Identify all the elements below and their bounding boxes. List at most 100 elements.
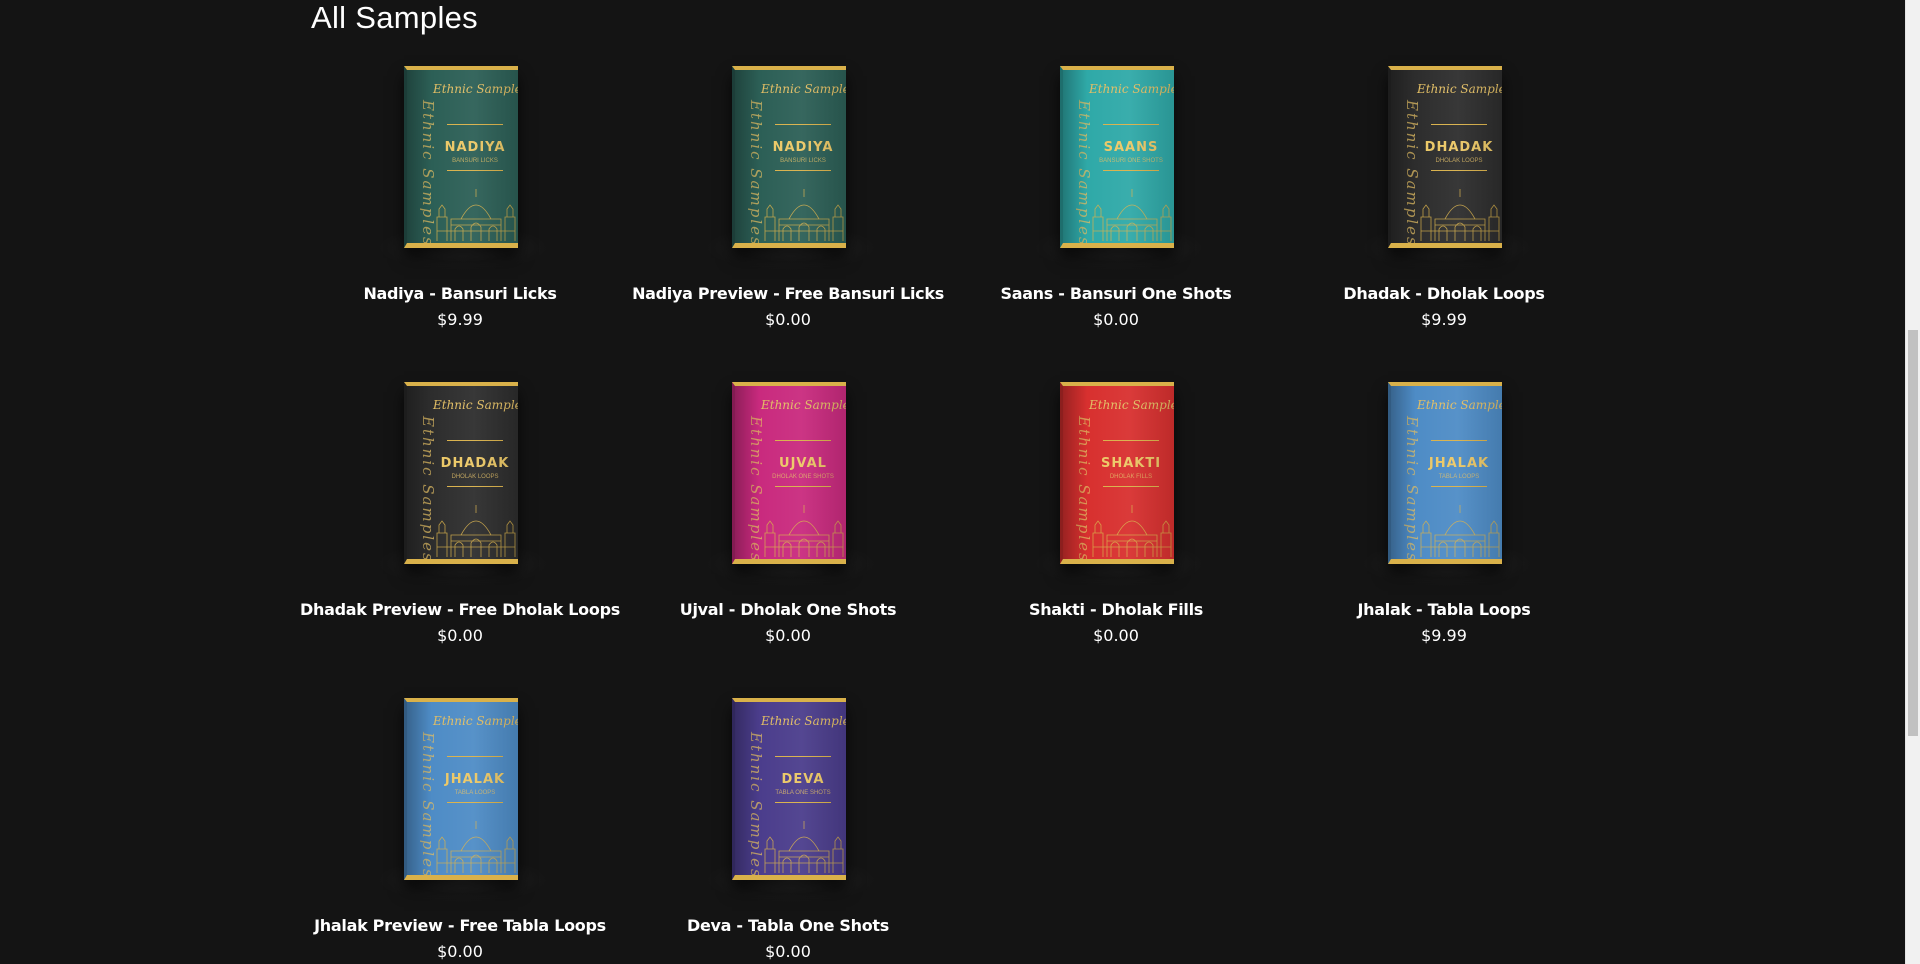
product-title[interactable]: Nadiya Preview - Free Bansuri Licks xyxy=(624,284,952,303)
product-card[interactable]: Ethnic Samples Ethnic Samples NADIYA BAN… xyxy=(296,62,624,378)
product-price: $9.99 xyxy=(1421,626,1467,645)
page: All Samples Ethnic Samples Ethnic Sample… xyxy=(0,0,1920,964)
product-card[interactable]: Ethnic Samples Ethnic Samples NADIYA BAN… xyxy=(624,62,952,378)
product-title[interactable]: Dhadak - Dholak Loops xyxy=(1280,284,1608,303)
nadiya-box-art: Ethnic Samples Ethnic Samples NADIYA BAN… xyxy=(404,66,518,248)
box-divider xyxy=(775,440,831,441)
box-brand: Ethnic Samples xyxy=(1089,398,1174,412)
product-title[interactable]: Saans - Bansuri One Shots xyxy=(952,284,1280,303)
box-divider xyxy=(1103,486,1159,487)
skyline-icon xyxy=(1420,189,1500,241)
product-image[interactable]: Ethnic Samples Ethnic Samples DHADAK DHO… xyxy=(360,382,560,588)
product-title[interactable]: Deva - Tabla One Shots xyxy=(624,916,952,935)
skyline-icon xyxy=(436,505,516,557)
skyline-icon xyxy=(764,189,844,241)
saans-box-art: Ethnic Samples Ethnic Samples SAANS BANS… xyxy=(1060,66,1174,248)
box-divider xyxy=(775,170,831,171)
product-price: $9.99 xyxy=(1421,310,1467,329)
ujval-box-art: Ethnic Samples Ethnic Samples UJVAL DHOL… xyxy=(732,382,846,564)
product-price: $0.00 xyxy=(765,310,811,329)
box-brand: Ethnic Samples xyxy=(1089,82,1174,96)
product-title[interactable]: Shakti - Dholak Fills xyxy=(952,600,1280,619)
deva-box-art: Ethnic Samples Ethnic Samples DEVA TABLA… xyxy=(732,698,846,880)
box-title: NADIYA xyxy=(444,140,506,155)
vertical-scrollbar[interactable] xyxy=(1905,0,1920,964)
box-divider xyxy=(1103,440,1159,441)
box-brand: Ethnic Samples xyxy=(433,398,518,412)
skyline-icon xyxy=(764,505,844,557)
product-image[interactable]: Ethnic Samples Ethnic Samples SHAKTI DHO… xyxy=(1016,382,1216,588)
box-divider xyxy=(447,440,503,441)
product-price: $0.00 xyxy=(765,626,811,645)
box-divider xyxy=(447,756,503,757)
product-card[interactable]: Ethnic Samples Ethnic Samples DHADAK DHO… xyxy=(296,378,624,694)
jhalak-box-art: Ethnic Samples Ethnic Samples JHALAK TAB… xyxy=(1388,382,1502,564)
scrollbar-thumb[interactable] xyxy=(1908,330,1918,736)
product-card[interactable]: Ethnic Samples Ethnic Samples JHALAK TAB… xyxy=(1280,378,1608,694)
skyline-icon xyxy=(436,821,516,873)
box-divider xyxy=(775,486,831,487)
product-image[interactable]: Ethnic Samples Ethnic Samples NADIYA BAN… xyxy=(360,66,560,272)
box-divider xyxy=(1431,486,1487,487)
box-subtitle: TABLA ONE SHOTS xyxy=(775,790,831,796)
box-title: SAANS xyxy=(1103,140,1159,155)
product-price: $0.00 xyxy=(765,942,811,961)
skyline-icon xyxy=(764,821,844,873)
product-title[interactable]: Ujval - Dholak One Shots xyxy=(624,600,952,619)
product-price: $0.00 xyxy=(1093,310,1139,329)
product-card[interactable]: Ethnic Samples Ethnic Samples UJVAL DHOL… xyxy=(624,378,952,694)
box-subtitle: BANSURI LICKS xyxy=(780,158,826,164)
box-brand: Ethnic Samples xyxy=(761,82,846,96)
product-image[interactable]: Ethnic Samples Ethnic Samples JHALAK TAB… xyxy=(360,698,560,904)
product-image[interactable]: Ethnic Samples Ethnic Samples DHADAK DHO… xyxy=(1344,66,1544,272)
box-brand: Ethnic Samples xyxy=(761,714,846,728)
product-title[interactable]: Nadiya - Bansuri Licks xyxy=(296,284,624,303)
product-price: $0.00 xyxy=(437,942,483,961)
product-title[interactable]: Jhalak - Tabla Loops xyxy=(1280,600,1608,619)
box-divider xyxy=(447,802,503,803)
box-subtitle: BANSURI LICKS xyxy=(452,158,498,164)
box-subtitle: DHOLAK ONE SHOTS xyxy=(772,474,834,480)
box-title: DHADAK xyxy=(440,456,510,471)
dhadak-box-art: Ethnic Samples Ethnic Samples DHADAK DHO… xyxy=(1388,66,1502,248)
product-card[interactable]: Ethnic Samples Ethnic Samples DHADAK DHO… xyxy=(1280,62,1608,378)
product-image[interactable]: Ethnic Samples Ethnic Samples NADIYA BAN… xyxy=(688,66,888,272)
box-divider xyxy=(447,124,503,125)
skyline-icon xyxy=(1420,505,1500,557)
nadiya-box-art: Ethnic Samples Ethnic Samples NADIYA BAN… xyxy=(732,66,846,248)
box-title: JHALAK xyxy=(444,772,506,787)
product-card[interactable]: Ethnic Samples Ethnic Samples SHAKTI DHO… xyxy=(952,378,1280,694)
section-title: All Samples xyxy=(311,0,478,35)
product-image[interactable]: Ethnic Samples Ethnic Samples JHALAK TAB… xyxy=(1344,382,1544,588)
box-subtitle: DHOLAK LOOPS xyxy=(451,474,499,480)
box-subtitle: TABLA LOOPS xyxy=(454,790,496,796)
product-card[interactable]: Ethnic Samples Ethnic Samples SAANS BANS… xyxy=(952,62,1280,378)
box-divider xyxy=(1103,170,1159,171)
box-divider xyxy=(1431,170,1487,171)
box-divider xyxy=(1431,124,1487,125)
box-divider xyxy=(1431,440,1487,441)
box-title: SHAKTI xyxy=(1100,456,1162,471)
dhadak-box-art: Ethnic Samples Ethnic Samples DHADAK DHO… xyxy=(404,382,518,564)
product-price: $9.99 xyxy=(437,310,483,329)
product-image[interactable]: Ethnic Samples Ethnic Samples DEVA TABLA… xyxy=(688,698,888,904)
box-brand: Ethnic Samples xyxy=(1417,82,1502,96)
box-brand: Ethnic Samples xyxy=(761,398,846,412)
box-title: UJVAL xyxy=(779,456,827,471)
jhalak-box-art: Ethnic Samples Ethnic Samples JHALAK TAB… xyxy=(404,698,518,880)
product-image[interactable]: Ethnic Samples Ethnic Samples UJVAL DHOL… xyxy=(688,382,888,588)
product-card[interactable]: Ethnic Samples Ethnic Samples DEVA TABLA… xyxy=(624,694,952,964)
box-divider xyxy=(1103,124,1159,125)
product-card[interactable]: Ethnic Samples Ethnic Samples JHALAK TAB… xyxy=(296,694,624,964)
box-title: DEVA xyxy=(781,772,825,787)
product-title[interactable]: Jhalak Preview - Free Tabla Loops xyxy=(296,916,624,935)
product-image[interactable]: Ethnic Samples Ethnic Samples SAANS BANS… xyxy=(1016,66,1216,272)
box-title: JHALAK xyxy=(1428,456,1490,471)
skyline-icon xyxy=(1092,505,1172,557)
box-divider xyxy=(775,124,831,125)
box-subtitle: DHOLAK LOOPS xyxy=(1435,158,1483,164)
product-grid: Ethnic Samples Ethnic Samples NADIYA BAN… xyxy=(296,62,1624,964)
box-brand: Ethnic Samples xyxy=(433,82,518,96)
box-title: NADIYA xyxy=(772,140,834,155)
product-title[interactable]: Dhadak Preview - Free Dholak Loops xyxy=(296,600,624,619)
